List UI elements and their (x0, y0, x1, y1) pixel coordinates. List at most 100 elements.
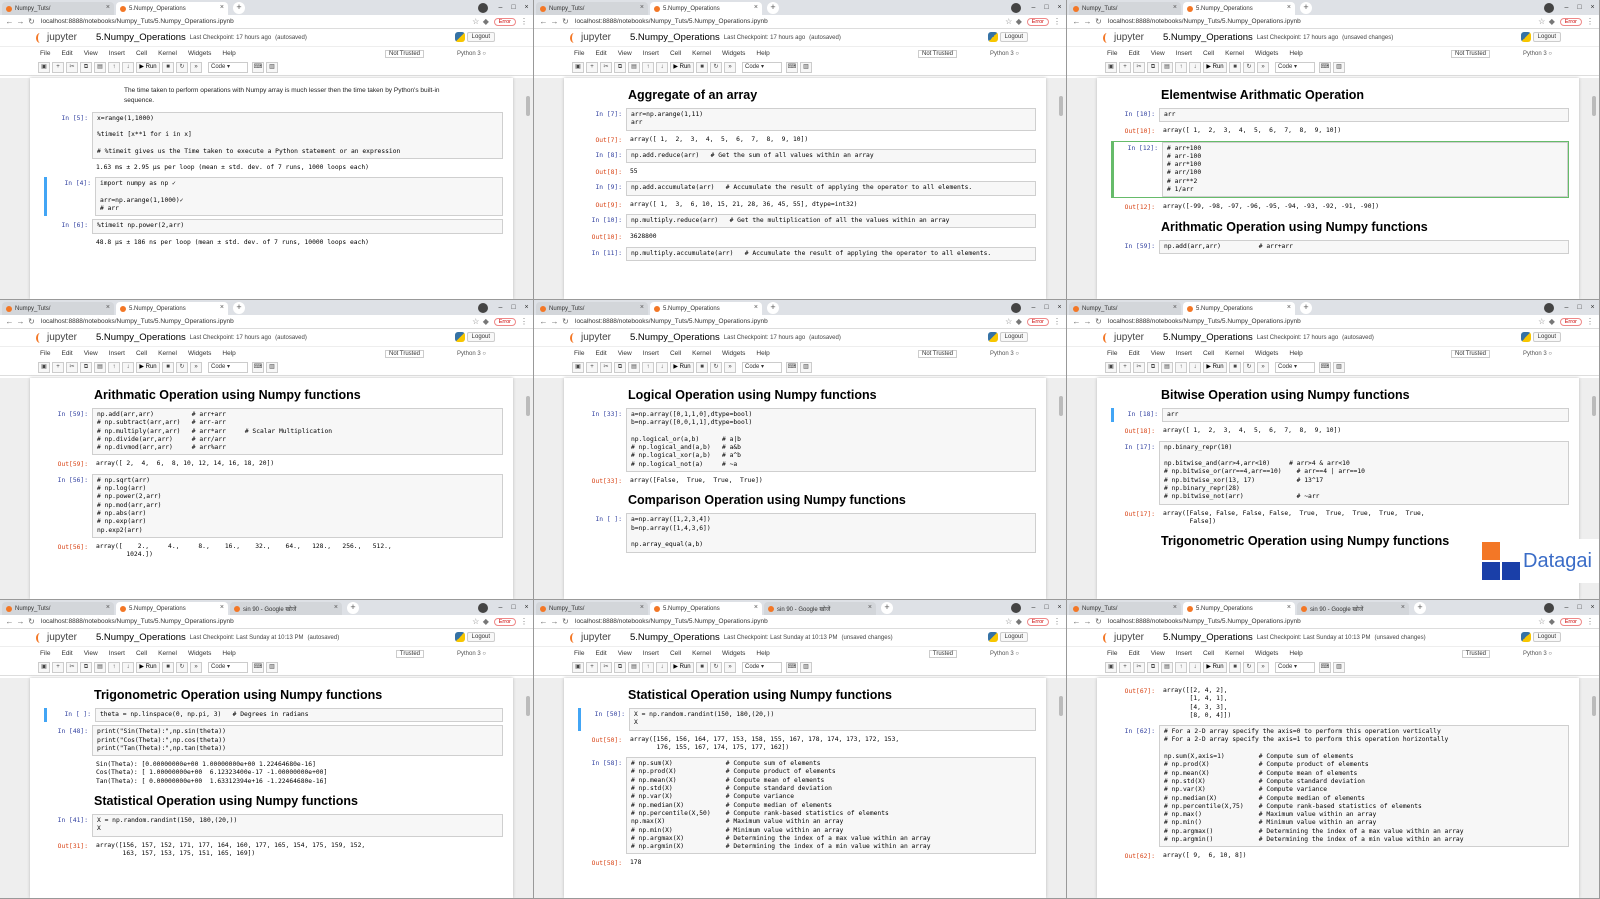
menu-item[interactable]: Kernel (692, 50, 711, 57)
notebook-name[interactable]: 5.Numpy_Operations (630, 332, 720, 343)
account-icon[interactable] (1544, 302, 1554, 313)
star-icon[interactable]: ☆ (1004, 317, 1014, 326)
keyboard-icon[interactable]: ⌨ (252, 62, 264, 73)
code-cell[interactable]: In [18]: arr (1111, 408, 1569, 423)
fast-forward-icon[interactable]: » (190, 62, 202, 73)
chart-icon[interactable]: ▥ (1333, 62, 1345, 73)
logout-button[interactable]: Logout (1532, 632, 1561, 642)
account-icon[interactable] (1544, 2, 1554, 13)
save-icon[interactable]: ▣ (572, 662, 584, 673)
menu-item[interactable]: Help (756, 650, 769, 657)
url-field[interactable]: localhost:8888/notebooks/Numpy_Tuts/5.Nu… (1108, 618, 1537, 625)
menu-item[interactable]: View (84, 650, 98, 657)
menu-item[interactable]: View (618, 350, 632, 357)
extension-icon[interactable]: ◆ (1547, 17, 1557, 26)
add-cell-icon[interactable]: + (1119, 362, 1131, 373)
run-button[interactable]: ▶ Run (136, 662, 160, 673)
browser-tab[interactable]: 5.Numpy_Operations × (116, 602, 228, 615)
url-field[interactable]: localhost:8888/notebooks/Numpy_Tuts/5.Nu… (41, 318, 471, 325)
url-field[interactable]: localhost:8888/notebooks/Numpy_Tuts/5.Nu… (41, 618, 471, 625)
close-window-icon[interactable]: × (520, 304, 533, 311)
code-editor[interactable]: np.multiply.reduce(arr) # Get the multip… (626, 214, 1036, 229)
menu-item[interactable]: Edit (61, 350, 72, 357)
add-cell-icon[interactable]: + (52, 362, 64, 373)
new-tab-button[interactable]: + (233, 302, 245, 314)
maximize-icon[interactable]: □ (1573, 604, 1586, 611)
forward-icon[interactable]: → (549, 317, 560, 326)
url-field[interactable]: localhost:8888/notebooks/Numpy_Tuts/5.Nu… (575, 318, 1004, 325)
browser-tab[interactable]: sin 90 - Google खोजें × (764, 602, 876, 615)
chart-icon[interactable]: ▥ (266, 62, 278, 73)
menu-item[interactable]: Widgets (722, 50, 745, 57)
add-cell-icon[interactable]: + (1119, 662, 1131, 673)
add-cell-icon[interactable]: + (52, 62, 64, 73)
menu-item[interactable]: View (84, 350, 98, 357)
menu-item[interactable]: Kernel (1225, 650, 1244, 657)
trust-indicator[interactable]: Not Trusted (917, 349, 957, 358)
add-cell-icon[interactable]: + (1119, 62, 1131, 73)
menu-dots-icon[interactable]: ⋮ (1052, 317, 1062, 326)
code-cell[interactable]: In [17]: np.binary_repr(10) np.bitwise_an… (1111, 440, 1569, 505)
jupyter-logo[interactable]: jupyter (1103, 32, 1144, 43)
move-up-icon[interactable]: ↑ (642, 62, 654, 73)
save-icon[interactable]: ▣ (1105, 362, 1117, 373)
forward-icon[interactable]: → (15, 17, 26, 26)
move-up-icon[interactable]: ↑ (1175, 62, 1187, 73)
menu-dots-icon[interactable]: ⋮ (519, 17, 529, 26)
keyboard-icon[interactable]: ⌨ (786, 362, 798, 373)
notebook-name[interactable]: 5.Numpy_Operations (1163, 32, 1253, 43)
menu-item[interactable]: Cell (670, 350, 681, 357)
move-down-icon[interactable]: ↓ (656, 662, 668, 673)
scrollbar-thumb[interactable] (1592, 96, 1596, 116)
code-editor[interactable]: # np.sqrt(arr) # np.log(arr) # np.power(… (92, 473, 503, 538)
fast-forward-icon[interactable]: » (724, 62, 736, 73)
code-cell[interactable]: In [50]: X = np.random.randint(150, 180,(… (578, 708, 1036, 731)
code-cell[interactable]: In [4]: import numpy as np ✓ arr=np.arang… (44, 177, 503, 217)
paste-icon[interactable]: ▤ (628, 662, 640, 673)
move-down-icon[interactable]: ↓ (1189, 662, 1201, 673)
browser-tab[interactable]: 5.Numpy_Operations × (116, 2, 228, 15)
cut-icon[interactable]: ✂ (1133, 662, 1145, 673)
trust-indicator[interactable]: Not Trusted (384, 49, 424, 58)
menu-item[interactable]: Help (222, 50, 235, 57)
scrollbar-thumb[interactable] (1059, 396, 1063, 416)
chart-icon[interactable]: ▥ (1333, 662, 1345, 673)
maximize-icon[interactable]: □ (507, 4, 520, 11)
menu-item[interactable]: Widgets (188, 350, 211, 357)
keyboard-icon[interactable]: ⌨ (786, 62, 798, 73)
restart-icon[interactable]: ↻ (1243, 362, 1255, 373)
move-down-icon[interactable]: ↓ (122, 662, 134, 673)
code-editor[interactable]: theta = np.linspace(0, np.pi, 3) # Degre… (95, 708, 503, 723)
menu-item[interactable]: Edit (595, 50, 606, 57)
back-icon[interactable]: ← (538, 617, 549, 626)
fast-forward-icon[interactable]: » (1257, 62, 1269, 73)
browser-tab[interactable]: Numpy_Tuts/ × (536, 2, 648, 15)
browser-tab[interactable]: 5.Numpy_Operations × (1183, 602, 1295, 615)
stop-icon[interactable]: ■ (1229, 662, 1241, 673)
keyboard-icon[interactable]: ⌨ (252, 662, 264, 673)
extension-icon[interactable]: ◆ (1547, 317, 1557, 326)
notebook-name[interactable]: 5.Numpy_Operations (630, 632, 720, 643)
cut-icon[interactable]: ✂ (600, 362, 612, 373)
browser-tab[interactable]: 5.Numpy_Operations × (1183, 302, 1295, 315)
stop-icon[interactable]: ■ (1229, 62, 1241, 73)
cut-icon[interactable]: ✂ (1133, 62, 1145, 73)
menu-item[interactable]: Insert (1176, 50, 1192, 57)
chart-icon[interactable]: ▥ (266, 362, 278, 373)
close-tab-icon[interactable]: × (1173, 604, 1177, 611)
browser-tab[interactable]: Numpy_Tuts/ × (1069, 302, 1181, 315)
browser-tab[interactable]: 5.Numpy_Operations × (650, 2, 762, 15)
extension-icon[interactable]: ◆ (1014, 17, 1024, 26)
menu-item[interactable]: Help (222, 350, 235, 357)
maximize-icon[interactable]: □ (507, 604, 520, 611)
account-icon[interactable] (478, 2, 488, 13)
menu-item[interactable]: Edit (1128, 650, 1139, 657)
chart-icon[interactable]: ▥ (1333, 362, 1345, 373)
move-down-icon[interactable]: ↓ (1189, 62, 1201, 73)
cut-icon[interactable]: ✂ (66, 62, 78, 73)
copy-icon[interactable]: ⧉ (80, 662, 92, 673)
code-cell[interactable]: In [7]: arr=np.arange(1,11) arr (578, 108, 1036, 131)
close-tab-icon[interactable]: × (1287, 4, 1291, 11)
cell-type-select[interactable]: Code ▾ (1275, 662, 1315, 673)
menu-dots-icon[interactable]: ⋮ (1585, 617, 1595, 626)
